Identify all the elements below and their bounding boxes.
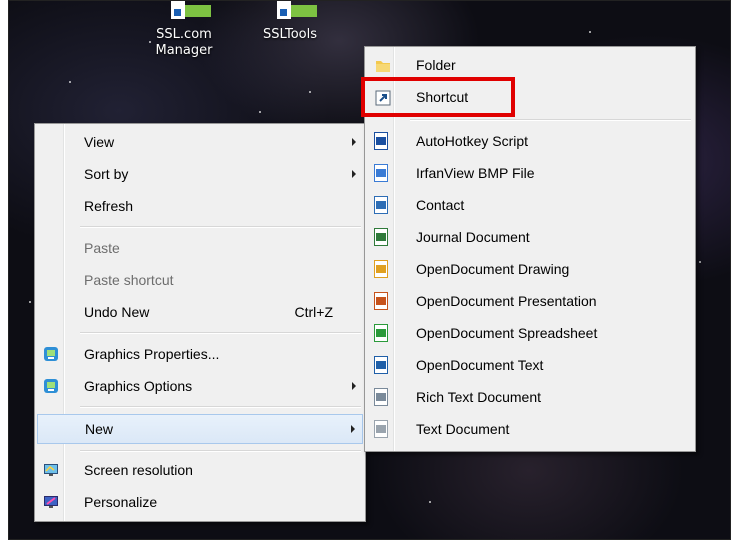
- menu-item-label: Graphics Properties...: [84, 346, 220, 362]
- menu-item-label: Paste: [84, 240, 120, 256]
- odt-icon: [374, 356, 388, 374]
- odp-icon: [374, 292, 388, 310]
- submenu-item[interactable]: OpenDocument Presentation: [367, 287, 693, 317]
- submenu-item[interactable]: OpenDocument Text: [367, 351, 693, 381]
- desktop-context-menu: View Sort by Refresh Paste Paste shortcu…: [34, 123, 366, 522]
- autohotkey-icon: [374, 132, 388, 150]
- folder-icon: [376, 61, 390, 72]
- txt-icon: [374, 420, 388, 438]
- menu-item-refresh[interactable]: Refresh: [37, 192, 363, 222]
- rtf-icon: [374, 388, 388, 406]
- submenu-item[interactable]: Journal Document: [367, 223, 693, 253]
- menu-item-label: New: [85, 421, 114, 437]
- menu-item-graphics-properties[interactable]: Graphics Properties...: [37, 340, 363, 370]
- menu-item-label: OpenDocument Spreadsheet: [416, 325, 598, 341]
- submenu-item[interactable]: IrfanView BMP File: [367, 159, 693, 189]
- menu-item-label: Contact: [416, 197, 465, 213]
- menu-item-label: Undo New: [84, 304, 150, 320]
- ods-icon: [374, 324, 388, 342]
- desktop-icon-label: SSL.com: [156, 27, 212, 42]
- menu-item-label: Journal Document: [416, 229, 530, 245]
- highlight-box: [361, 77, 515, 117]
- menu-item-label: IrfanView BMP File: [416, 165, 535, 181]
- contact-icon: [374, 196, 388, 214]
- journal-icon: [374, 228, 388, 246]
- submenu-arrow-icon: [352, 138, 356, 146]
- desktop-icon-ssltools[interactable]: SSLTools: [247, 1, 333, 43]
- graphics-properties-icon: [44, 347, 58, 361]
- menu-item-view[interactable]: View: [37, 128, 363, 158]
- bmp-file-icon: [374, 164, 388, 182]
- menu-item-label: Screen resolution: [84, 462, 193, 478]
- submenu-arrow-icon: [351, 425, 355, 433]
- menu-item-label: OpenDocument Presentation: [416, 293, 597, 309]
- submenu-item[interactable]: Text Document: [367, 415, 693, 445]
- menu-item-label: Text Document: [416, 421, 510, 437]
- menu-separator: [80, 450, 361, 452]
- menu-item-screen-resolution[interactable]: Screen resolution: [37, 456, 363, 486]
- desktop-icon-label: SSLTools: [263, 27, 317, 42]
- menu-item-label: OpenDocument Text: [416, 357, 544, 373]
- menu-item-paste-shortcut: Paste shortcut: [37, 266, 363, 296]
- submenu-item[interactable]: OpenDocument Drawing: [367, 255, 693, 285]
- menu-item-label: OpenDocument Drawing: [416, 261, 570, 277]
- submenu-item[interactable]: AutoHotkey Script: [367, 127, 693, 157]
- submenu-item[interactable]: Rich Text Document: [367, 383, 693, 413]
- keyboard-shortcut: Ctrl+Z: [294, 304, 334, 320]
- menu-item-label: Personalize: [84, 494, 158, 510]
- menu-separator: [80, 406, 361, 408]
- odg-icon: [374, 260, 388, 278]
- menu-item-label: Graphics Options: [84, 378, 193, 394]
- menu-item-undo-new[interactable]: Undo New Ctrl+Z: [37, 298, 363, 328]
- submenu-arrow-icon: [352, 382, 356, 390]
- desktop-icon-ssl-manager[interactable]: SSL.com Manager: [141, 1, 227, 59]
- menu-item-sort-by[interactable]: Sort by: [37, 160, 363, 190]
- graphics-options-icon: [44, 379, 58, 393]
- menu-item-new[interactable]: New: [37, 414, 363, 444]
- menu-separator: [80, 226, 361, 228]
- screen-resolution-icon: [44, 464, 58, 476]
- submenu-arrow-icon: [352, 170, 356, 178]
- menu-item-graphics-options[interactable]: Graphics Options: [37, 372, 363, 402]
- menu-item-label: Rich Text Document: [416, 389, 542, 405]
- desktop-icon-label: Manager: [155, 43, 213, 58]
- menu-item-paste: Paste: [37, 234, 363, 264]
- submenu-item[interactable]: Contact: [367, 191, 693, 221]
- menu-item-personalize[interactable]: Personalize: [37, 488, 363, 518]
- menu-item-label: Refresh: [84, 198, 134, 214]
- menu-item-label: Sort by: [84, 166, 129, 182]
- menu-separator: [80, 332, 361, 334]
- menu-item-label: AutoHotkey Script: [416, 133, 529, 149]
- menu-item-label: Paste shortcut: [84, 272, 174, 288]
- menu-item-label: Folder: [416, 57, 456, 73]
- shortcut-icon: [267, 1, 317, 23]
- menu-item-label: View: [84, 134, 115, 150]
- menu-separator: [410, 119, 691, 121]
- submenu-item[interactable]: OpenDocument Spreadsheet: [367, 319, 693, 349]
- shortcut-icon: [161, 1, 211, 23]
- personalize-icon: [44, 496, 58, 508]
